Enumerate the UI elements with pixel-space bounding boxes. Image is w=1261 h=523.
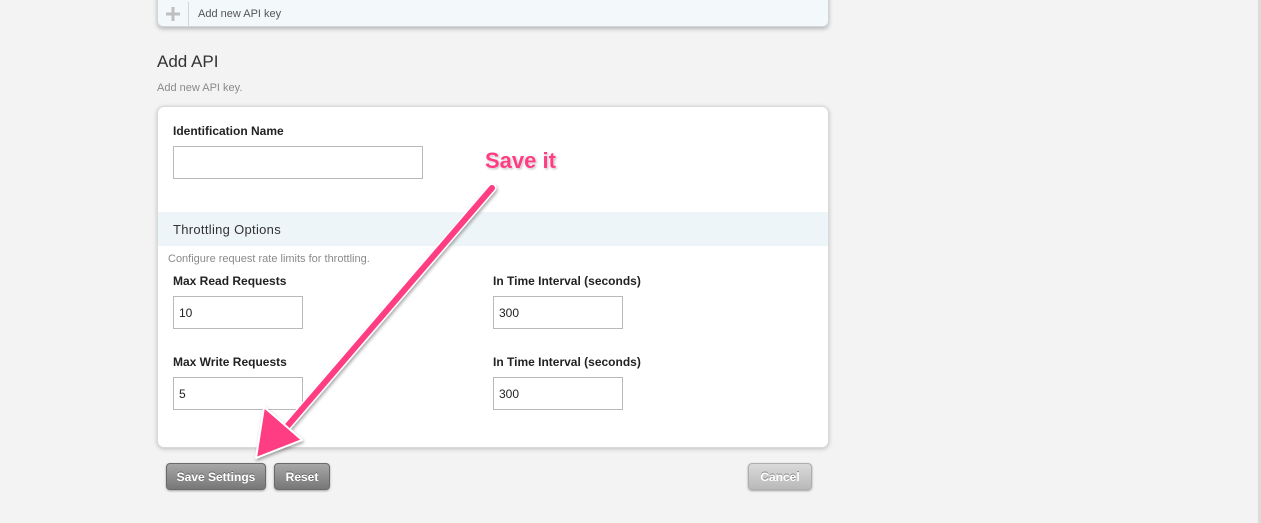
- read-interval-input[interactable]: [493, 296, 623, 329]
- max-write-requests-input[interactable]: [173, 377, 303, 410]
- write-interval-label: In Time Interval (seconds): [493, 355, 641, 369]
- section-description: Add new API key.: [157, 82, 243, 94]
- api-keys-card: Add new API key: [157, 0, 829, 27]
- annotation-text: Save it: [485, 148, 556, 173]
- max-write-requests-label: Max Write Requests: [173, 355, 287, 369]
- reset-button[interactable]: Reset: [274, 463, 330, 490]
- identification-name-label: Identification Name: [173, 124, 284, 138]
- add-api-key-label[interactable]: Add new API key: [189, 8, 281, 20]
- identification-name-input[interactable]: [173, 146, 423, 179]
- throttling-header: Throttling Options: [158, 212, 828, 246]
- write-interval-input[interactable]: [493, 377, 623, 410]
- cancel-button[interactable]: Cancel: [748, 463, 812, 490]
- max-read-requests-input[interactable]: [173, 296, 303, 329]
- page: Add new API key Add API Add new API key.…: [0, 0, 1261, 523]
- max-read-requests-label: Max Read Requests: [173, 274, 287, 288]
- save-settings-button[interactable]: Save Settings: [166, 463, 266, 490]
- read-interval-label: In Time Interval (seconds): [493, 274, 641, 288]
- throttling-description: Configure request rate limits for thrott…: [168, 253, 370, 265]
- section-title: Add API: [157, 52, 219, 71]
- plus-icon[interactable]: [158, 1, 189, 26]
- throttling-title: Throttling Options: [173, 222, 282, 237]
- add-api-key-row[interactable]: Add new API key: [158, 1, 281, 26]
